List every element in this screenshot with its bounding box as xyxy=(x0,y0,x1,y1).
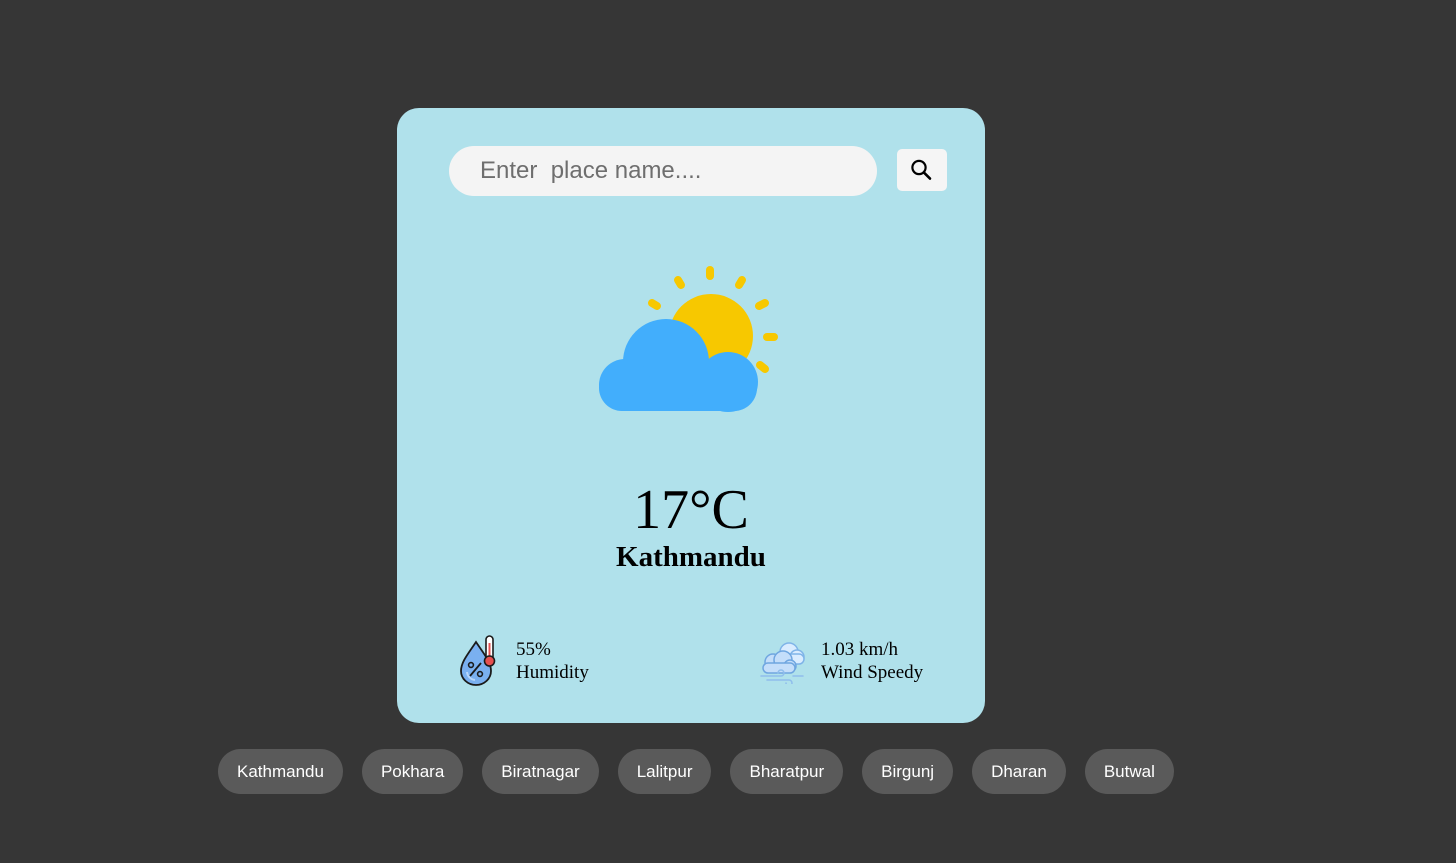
wind-label: Wind Speedy xyxy=(821,662,924,683)
city-chip-lalitpur[interactable]: Lalitpur xyxy=(617,749,712,794)
wind-value: 1.03 km/h xyxy=(821,639,899,660)
wind-stat: 1.03 km/h Wind Speedy xyxy=(821,638,923,684)
temperature-value: 17°C xyxy=(633,479,749,541)
wind-icon xyxy=(760,642,805,684)
humidity-stat: 55% Humidity xyxy=(516,638,589,684)
search-input[interactable] xyxy=(449,146,877,196)
weather-card: 17°C Kathmandu 55% Humidity xyxy=(397,108,985,723)
humidity-value: 55% xyxy=(516,639,551,660)
partly-cloudy-icon xyxy=(599,266,778,412)
city-chip-biratnagar[interactable]: Biratnagar xyxy=(482,749,599,794)
city-chip-kathmandu[interactable]: Kathmandu xyxy=(218,749,343,794)
search-icon xyxy=(911,159,932,180)
city-chip-butwal[interactable]: Butwal xyxy=(1084,749,1174,794)
city-chip-dharan[interactable]: Dharan xyxy=(972,749,1066,794)
city-chip-pokhara[interactable]: Pokhara xyxy=(361,749,464,794)
search-button[interactable] xyxy=(897,149,947,191)
city-chip-birgunj[interactable]: Birgunj xyxy=(862,749,954,794)
humidity-label: Humidity xyxy=(516,662,589,683)
humidity-icon xyxy=(460,635,496,686)
city-chip-list: Kathmandu Pokhara Biratnagar Lalitpur Bh… xyxy=(218,749,1174,794)
city-name: Kathmandu xyxy=(616,541,766,573)
city-chip-bharatpur[interactable]: Bharatpur xyxy=(730,749,844,794)
